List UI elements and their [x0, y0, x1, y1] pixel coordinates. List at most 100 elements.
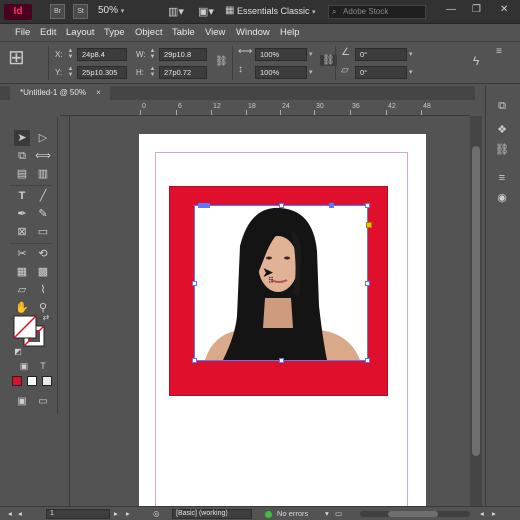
page-number-field[interactable]: 1	[46, 509, 110, 519]
document-status-icon[interactable]: ◎	[153, 509, 160, 518]
selection-icon[interactable]: ➤	[14, 130, 30, 146]
stock-button[interactable]: St	[73, 4, 88, 19]
screen-mode-icon[interactable]: ▣▾	[198, 5, 214, 18]
rotate-field[interactable]: 0°	[355, 48, 407, 61]
panel-menu-icon[interactable]: ≡	[496, 46, 502, 57]
chevron-down-icon[interactable]: ▾	[325, 509, 329, 518]
document-canvas[interactable]: ➤ ⠿	[70, 116, 470, 506]
preflight-panel-icon[interactable]: ▭	[335, 509, 342, 518]
stroke-panel-icon[interactable]: ≡	[491, 170, 513, 186]
free-transform-icon[interactable]: ⟲	[35, 246, 51, 262]
links-panel-icon[interactable]: ⛓	[491, 142, 513, 158]
scrollbar-thumb[interactable]	[388, 511, 438, 517]
formatting-text-icon[interactable]: T	[35, 358, 51, 374]
scroll-left-icon[interactable]: ◂	[480, 509, 484, 518]
apply-color-icon[interactable]	[12, 376, 22, 386]
pages-panel-icon[interactable]: ⧉	[491, 98, 513, 114]
reference-point-icon[interactable]: ⊞	[8, 48, 25, 68]
resize-handle-left[interactable]	[192, 281, 197, 286]
content-collector-icon[interactable]: ▤	[14, 166, 30, 182]
gradient-feather-icon[interactable]: ▩	[35, 264, 51, 280]
gap-icon[interactable]: ⟺	[35, 148, 51, 164]
content-grabber-handle[interactable]	[329, 203, 334, 208]
resize-handle-top-right[interactable]	[365, 203, 370, 208]
horizontal-scrollbar[interactable]	[360, 511, 470, 517]
type-icon[interactable]: T	[14, 188, 30, 204]
page-icon[interactable]: ⧉	[14, 148, 30, 164]
screen-mode-preview-icon[interactable]: ▭	[35, 394, 51, 410]
chevron-down-icon[interactable]: ▾	[309, 50, 313, 58]
menu-view[interactable]: View	[205, 27, 225, 38]
menu-window[interactable]: Window	[236, 27, 270, 38]
swatches-panel-icon[interactable]: ◉	[491, 190, 513, 206]
apply-none-icon[interactable]	[42, 376, 52, 386]
menu-table[interactable]: Table	[172, 27, 195, 38]
resize-handle-bottom-left[interactable]	[192, 358, 197, 363]
menu-object[interactable]: Object	[135, 27, 162, 38]
gradient-swatch-icon[interactable]: ▦	[14, 264, 30, 280]
menu-layout[interactable]: Layout	[66, 27, 95, 38]
note-icon[interactable]: ▱	[14, 282, 30, 298]
swap-fill-stroke-icon[interactable]: ⇄	[38, 310, 54, 326]
workspace-switcher[interactable]: Essentials Classic ▾	[237, 6, 316, 16]
page-nav-first-icon[interactable]: ◂	[8, 509, 12, 518]
formatting-container-icon[interactable]: ▣	[16, 358, 32, 374]
close-button[interactable]: ✕	[500, 4, 508, 15]
w-stepper[interactable]: ▲ ▼	[148, 48, 157, 61]
scroll-right-icon[interactable]: ▸	[492, 509, 496, 518]
resize-handle-bottom-right[interactable]	[365, 358, 370, 363]
scrollbar-thumb[interactable]	[472, 146, 480, 456]
resize-handle-top[interactable]	[279, 203, 284, 208]
scale-x-field[interactable]: 100%	[255, 48, 307, 61]
selection-bounding-box[interactable]	[192, 203, 372, 363]
restore-button[interactable]: ❐	[472, 4, 481, 15]
page-nav-last-icon[interactable]: ▸	[126, 509, 130, 518]
x-field[interactable]: 24p8.4	[77, 48, 127, 61]
pen-icon[interactable]: ✒	[14, 206, 30, 222]
resize-handle-right[interactable]	[365, 281, 370, 286]
scale-y-field[interactable]: 100%	[255, 66, 307, 79]
h-stepper[interactable]: ▲ ▼	[148, 66, 157, 79]
h-field[interactable]: 27p0.72	[159, 66, 207, 79]
view-options-icon[interactable]: ▥▾	[168, 5, 184, 18]
chevron-down-icon[interactable]: ▾	[309, 68, 313, 76]
menu-type[interactable]: Type	[104, 27, 125, 38]
rectangle-icon[interactable]: ▭	[35, 224, 51, 240]
preflight-errors[interactable]: No errors	[277, 509, 308, 518]
rectangle-frame-icon[interactable]: ⊠	[14, 224, 30, 240]
shear-field[interactable]: 0°	[355, 66, 407, 79]
arrange-documents-icon[interactable]: ▦	[225, 5, 234, 16]
bridge-button[interactable]: Br	[50, 4, 65, 19]
line-icon[interactable]: ╱	[35, 188, 51, 204]
chevron-down-icon[interactable]: ▾	[409, 50, 413, 58]
resize-handle-bottom[interactable]	[279, 358, 284, 363]
eyedropper-icon[interactable]: ⌇	[35, 282, 51, 298]
menu-help[interactable]: Help	[280, 27, 300, 38]
zoom-level[interactable]: 50% ▾	[98, 5, 124, 16]
menu-edit[interactable]: Edit	[40, 27, 56, 38]
corner-options-icon[interactable]	[366, 222, 372, 228]
y-field[interactable]: 25p10.305	[77, 66, 127, 79]
normal-view-icon[interactable]: ▣	[14, 394, 30, 410]
direct-selection-icon[interactable]: ▷	[35, 130, 51, 146]
minimize-button[interactable]: —	[446, 4, 456, 15]
content-placer-icon[interactable]: ▥	[35, 166, 51, 182]
tab-close-icon[interactable]: ×	[96, 88, 101, 97]
menu-file[interactable]: File	[15, 27, 30, 38]
constrain-proportions-icon[interactable]: ⛓	[215, 56, 228, 67]
w-field[interactable]: 29p10.8	[159, 48, 207, 61]
x-stepper[interactable]: ▲ ▼	[66, 48, 75, 61]
page-nav-next-icon[interactable]: ▸	[114, 509, 118, 518]
y-stepper[interactable]: ▲ ▼	[66, 66, 75, 79]
frame-edge-indicator[interactable]	[198, 203, 210, 208]
scissors-icon[interactable]: ✂	[14, 246, 30, 262]
pencil-icon[interactable]: ✎	[35, 206, 51, 222]
layers-panel-icon[interactable]: ❖	[491, 122, 513, 138]
apply-gradient-icon[interactable]	[27, 376, 37, 386]
quick-apply-icon[interactable]: ϟ	[473, 54, 479, 68]
preflight-profile[interactable]: [Basic] (working)	[172, 509, 252, 519]
document-tab[interactable]: *Untitled-1 @ 50% ×	[10, 86, 110, 100]
page-nav-prev-icon[interactable]: ◂	[18, 509, 22, 518]
vertical-scrollbar[interactable]	[470, 116, 482, 506]
adobe-stock-search[interactable]: ⌕ Adobe Stock	[328, 5, 426, 19]
